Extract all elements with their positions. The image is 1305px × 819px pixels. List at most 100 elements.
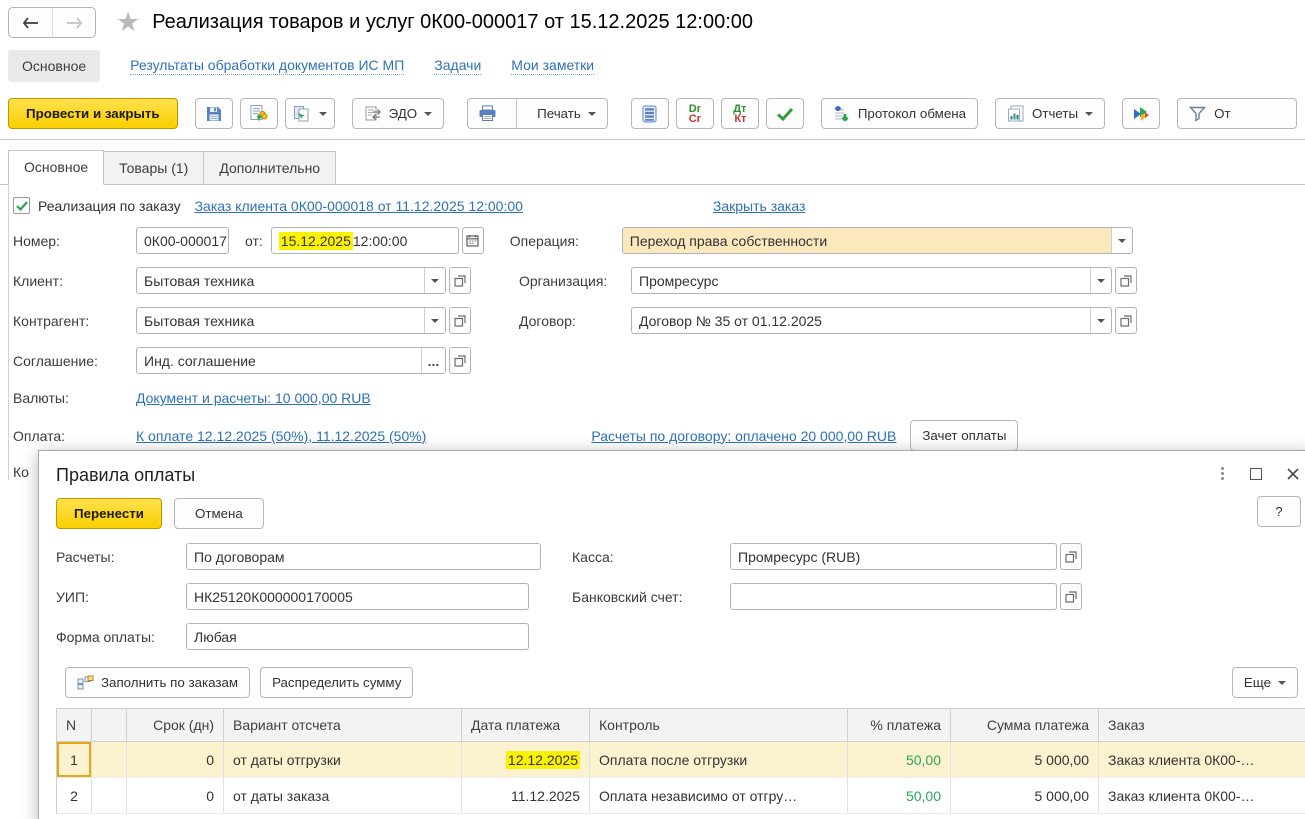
cell-date[interactable]: 11.12.2025	[462, 778, 590, 813]
fill-by-orders-button[interactable]: Заполнить по заказам	[65, 667, 250, 698]
client-caret[interactable]	[424, 268, 445, 293]
uip-field[interactable]: НК25120К000000170005	[186, 583, 529, 610]
cell-amount[interactable]: 5 000,00	[951, 778, 1099, 813]
cell-marker[interactable]	[92, 778, 127, 813]
nav-main-pill[interactable]: Основное	[8, 50, 100, 82]
cancel-button[interactable]: Отмена	[174, 498, 264, 529]
transfer-button[interactable]: Перенести	[56, 498, 162, 529]
forward-button[interactable]	[52, 8, 95, 37]
cell-variant[interactable]: от даты отгрузки	[224, 742, 462, 777]
cell-control[interactable]: Оплата после отгрузки	[590, 742, 848, 777]
cell-percent[interactable]: 50,00	[848, 742, 951, 777]
back-button[interactable]	[9, 8, 52, 37]
calendar-button[interactable]	[462, 227, 484, 254]
check-document-button[interactable]	[766, 98, 804, 129]
col-header-percent[interactable]: % платежа	[848, 709, 951, 742]
currencies-link[interactable]: Документ и расчеты: 10 000,00 RUB	[136, 390, 371, 406]
org-caret[interactable]	[1090, 268, 1111, 293]
cell-order[interactable]: Заказ клиента 0К00-…	[1099, 742, 1305, 777]
calendar-icon	[466, 234, 479, 247]
marking-button[interactable]	[1122, 98, 1160, 129]
close-order-link[interactable]: Закрыть заказ	[713, 198, 806, 214]
offset-payment-button[interactable]: Зачет оплаты	[910, 420, 1018, 451]
counterparty-caret[interactable]	[424, 308, 445, 333]
distribute-sum-button[interactable]: Распределить сумму	[260, 667, 413, 698]
client-select[interactable]: Бытовая техника	[136, 267, 446, 294]
cell-variant[interactable]: от даты заказа	[224, 778, 462, 813]
agreement-more-button[interactable]: ...	[421, 348, 445, 373]
tab-extra[interactable]: Дополнительно	[203, 151, 336, 184]
col-header-variant[interactable]: Вариант отсчета	[224, 709, 462, 742]
col-header-amount[interactable]: Сумма платежа	[951, 709, 1099, 742]
cell-amount[interactable]: 5 000,00	[951, 742, 1099, 777]
counterparty-select[interactable]: Бытовая техника	[136, 307, 446, 334]
dtkt-button[interactable]: ДтКт	[721, 98, 759, 129]
dialog-maximize-icon[interactable]	[1250, 468, 1262, 480]
funnel-icon	[1189, 106, 1207, 122]
date-field[interactable]: 15.12.2025 12:00:00	[271, 227, 459, 254]
cashbox-field[interactable]: Промресурс (RUB)	[730, 543, 1057, 570]
org-select[interactable]: Промресурс	[631, 267, 1112, 294]
nav-link-notes[interactable]: Мои заметки	[511, 57, 594, 75]
agreement-select[interactable]: Инд. соглашение ...	[136, 347, 446, 374]
more-button[interactable]: Еще	[1232, 667, 1298, 698]
edo-button[interactable]: ЭДО	[352, 98, 445, 129]
create-based-on-button[interactable]	[285, 98, 335, 129]
operation-caret[interactable]	[1111, 228, 1132, 253]
payform-field[interactable]: Любая	[186, 623, 529, 650]
settlements-field[interactable]: По договорам	[186, 543, 541, 570]
exchange-protocol-button[interactable]: Протокол обмена	[821, 98, 978, 129]
cell-n[interactable]: 2	[57, 778, 92, 813]
cell-n[interactable]: 1	[57, 742, 92, 777]
col-header-term[interactable]: Срок (дн)	[127, 709, 224, 742]
save-button[interactable]	[195, 98, 233, 129]
dialog-close-icon[interactable]	[1286, 467, 1300, 481]
cell-order[interactable]: Заказ клиента 0К00-…	[1099, 778, 1305, 813]
payment-terms-link[interactable]: К оплате 12.12.2025 (50%), 11.12.2025 (5…	[136, 428, 426, 444]
registers-button[interactable]	[631, 98, 669, 129]
print-menu-part[interactable]: Печать	[526, 106, 607, 121]
contract-select[interactable]: Договор № 35 от 01.12.2025	[631, 307, 1112, 334]
counterparty-open-button[interactable]	[449, 307, 471, 334]
agreement-open-button[interactable]	[449, 347, 471, 374]
filter-button[interactable]: От	[1177, 98, 1297, 129]
help-button[interactable]: ?	[1257, 496, 1301, 527]
cashbox-open-button[interactable]	[1060, 543, 1082, 570]
contract-caret[interactable]	[1090, 308, 1111, 333]
post-document-button[interactable]	[240, 98, 278, 129]
cell-marker[interactable]	[92, 742, 127, 777]
col-header-marker[interactable]	[92, 709, 127, 742]
post-and-close-button[interactable]: Провести и закрыть	[8, 98, 178, 129]
contract-open-button[interactable]	[1115, 307, 1137, 334]
tab-goods[interactable]: Товары (1)	[103, 151, 204, 184]
tab-main[interactable]: Основное	[8, 150, 104, 185]
print-icon-part[interactable]	[468, 105, 507, 122]
number-field[interactable]: 0К00-000017	[136, 227, 229, 254]
col-header-n[interactable]: N	[57, 709, 92, 742]
drcr-button[interactable]: DrCr	[676, 98, 714, 129]
client-open-button[interactable]	[449, 267, 471, 294]
bank-account-open-button[interactable]	[1060, 583, 1082, 610]
bank-account-field[interactable]	[730, 583, 1057, 610]
cell-term[interactable]: 0	[127, 742, 224, 777]
org-open-button[interactable]	[1115, 267, 1137, 294]
nav-link-tasks[interactable]: Задачи	[434, 57, 481, 75]
order-checkbox[interactable]	[13, 197, 30, 214]
cell-control[interactable]: Оплата независимо от отгру…	[590, 778, 848, 813]
print-split-button[interactable]: Печать	[467, 98, 608, 129]
reports-button[interactable]: Отчеты	[995, 98, 1105, 129]
col-header-control[interactable]: Контроль	[590, 709, 848, 742]
favorite-star-icon[interactable]: ★	[116, 9, 140, 36]
nav-link-ismp-results[interactable]: Результаты обработки документов ИС МП	[130, 57, 404, 75]
customer-order-link[interactable]: Заказ клиента 0К00-000018 от 11.12.2025 …	[195, 198, 523, 214]
cell-date[interactable]: 12.12.2025	[462, 742, 590, 777]
dialog-menu-icon[interactable]	[1219, 465, 1226, 482]
cell-percent[interactable]: 50,00	[848, 778, 951, 813]
col-header-date[interactable]: Дата платежа	[462, 709, 590, 742]
table-row[interactable]: 1 0 от даты отгрузки 12.12.2025 Оплата п…	[57, 742, 1305, 778]
settlements-link[interactable]: Расчеты по договору: оплачено 20 000,00 …	[591, 428, 896, 444]
cell-term[interactable]: 0	[127, 778, 224, 813]
operation-select[interactable]: Переход права собственности	[622, 227, 1133, 254]
col-header-order[interactable]: Заказ	[1099, 709, 1305, 742]
table-row[interactable]: 2 0 от даты заказа 11.12.2025 Оплата нез…	[57, 778, 1305, 814]
